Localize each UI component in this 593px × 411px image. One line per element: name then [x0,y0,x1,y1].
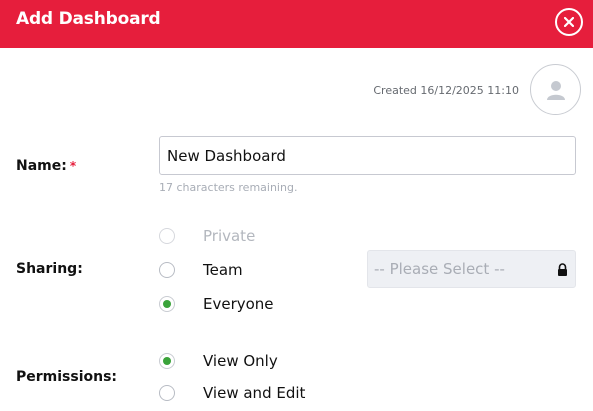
required-marker: * [69,159,77,173]
name-label-text: Name: [16,158,67,174]
name-label: Name: * [16,158,76,174]
characters-remaining-hint: 17 characters remaining. [159,181,298,194]
permissions-view-edit-label[interactable]: View and Edit [203,384,305,402]
created-timestamp: Created 16/12/2025 11:10 [373,84,519,97]
sharing-everyone-radio[interactable] [159,296,175,312]
permissions-view-only-radio[interactable] [159,353,175,369]
user-icon [546,80,565,100]
sharing-team-radio[interactable] [159,262,175,278]
close-icon [564,17,574,27]
close-button[interactable] [555,8,583,36]
permissions-view-edit-radio[interactable] [159,385,175,401]
avatar[interactable] [530,64,581,115]
lock-icon [558,263,567,276]
team-select: -- Please Select -- [367,250,576,288]
sharing-team-label[interactable]: Team [203,261,243,279]
name-input[interactable] [159,136,576,175]
modal-header: Add Dashboard [0,0,593,48]
team-select-placeholder: -- Please Select -- [374,260,505,278]
sharing-label: Sharing: [16,261,83,277]
modal-title: Add Dashboard [16,9,161,29]
permissions-view-only-label[interactable]: View Only [203,352,278,370]
sharing-private-radio [159,228,175,244]
sharing-everyone-label[interactable]: Everyone [203,295,274,313]
permissions-label: Permissions: [16,369,118,385]
sharing-private-label: Private [203,227,256,245]
